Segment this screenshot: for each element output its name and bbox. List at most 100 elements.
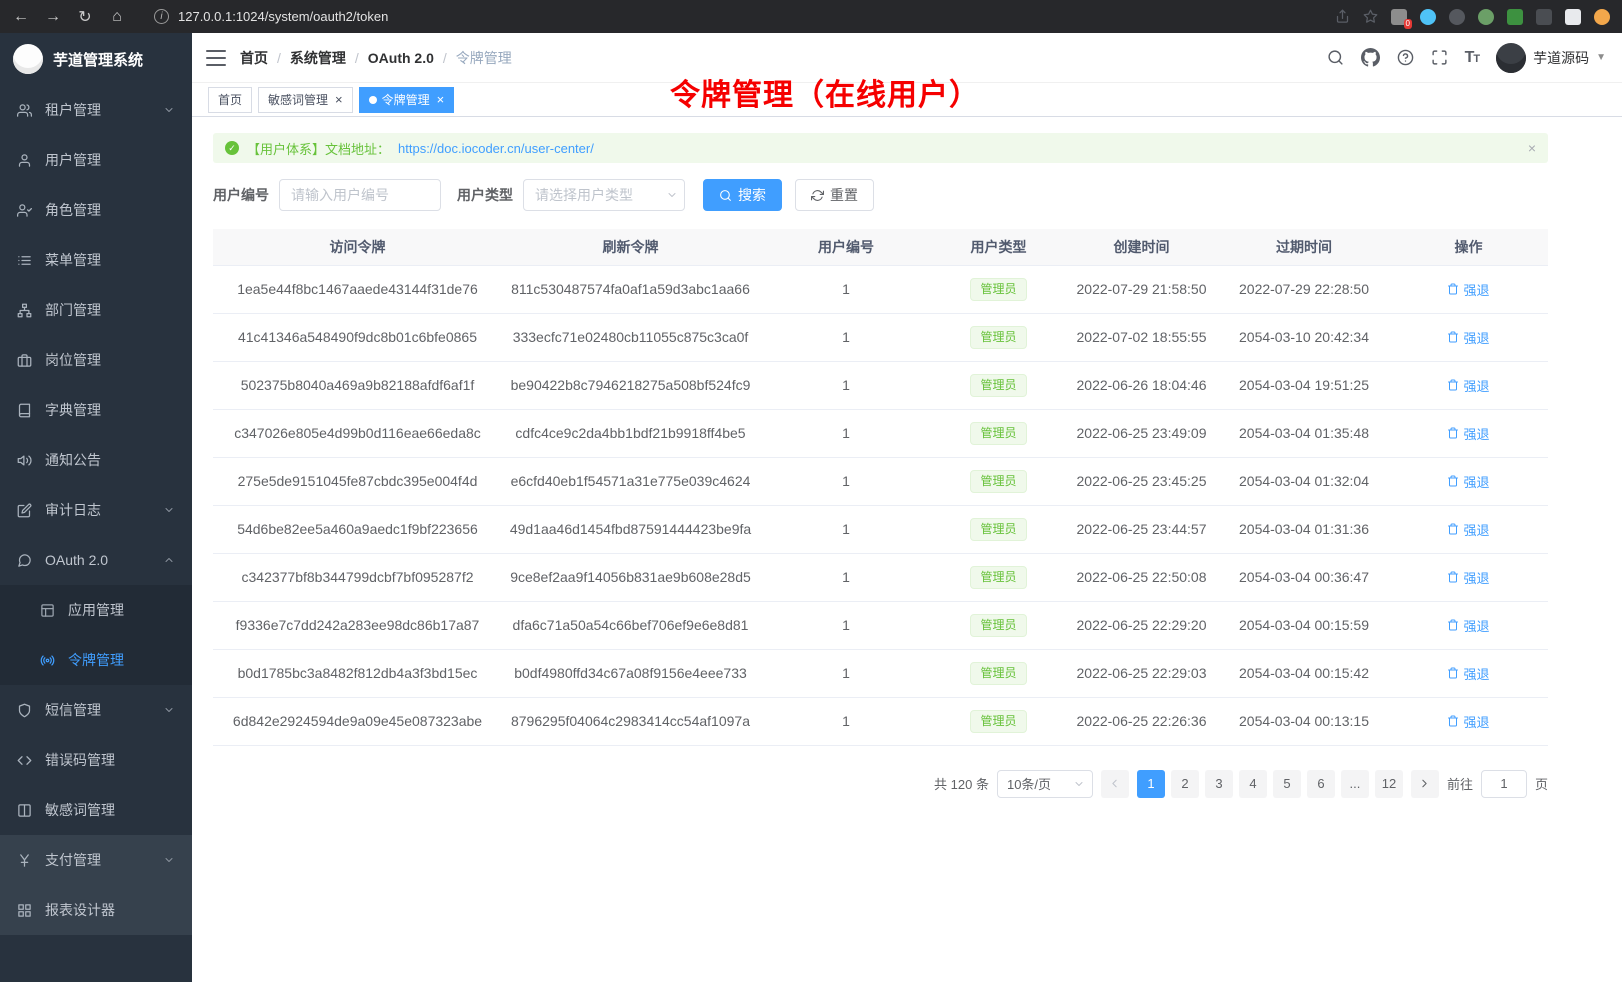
chevron-down-icon — [1073, 778, 1085, 790]
force-logout-label: 强退 — [1463, 376, 1489, 395]
chevron-down-icon — [163, 504, 175, 516]
app-logo[interactable]: 芋道管理系统 — [0, 33, 192, 85]
page-button-12[interactable]: 12 — [1375, 770, 1403, 798]
briefcase-icon — [17, 353, 32, 368]
prev-page-button[interactable] — [1101, 770, 1129, 798]
split-view-icon[interactable] — [1565, 9, 1581, 25]
page-button-2[interactable]: 2 — [1171, 770, 1199, 798]
address-bar[interactable]: i 127.0.0.1:1024/system/oauth2/token — [154, 9, 388, 24]
force-logout-button[interactable]: 强退 — [1447, 472, 1489, 491]
tab-sensitive-words[interactable]: 敏感词管理 × — [258, 87, 353, 113]
page-button-6[interactable]: 6 — [1307, 770, 1335, 798]
force-logout-button[interactable]: 强退 — [1447, 424, 1489, 443]
hamburger-icon[interactable] — [206, 50, 226, 66]
home-button[interactable]: ⌂ — [108, 8, 126, 26]
force-logout-button[interactable]: 强退 — [1447, 328, 1489, 347]
close-icon[interactable]: × — [437, 93, 445, 106]
browser-chrome: ← → ↻ ⌂ i 127.0.0.1:1024/system/oauth2/t… — [0, 0, 1622, 33]
extension-icon[interactable] — [1420, 9, 1436, 25]
user-id-cell: 1 — [759, 649, 933, 697]
column-header: 访问令牌 — [213, 229, 502, 265]
table-row: 1ea5e44f8bc1467aaede43144f31de76811c5304… — [213, 265, 1548, 313]
search-icon[interactable] — [1327, 49, 1344, 66]
force-logout-button[interactable]: 强退 — [1447, 280, 1489, 299]
page-button-1[interactable]: 1 — [1137, 770, 1165, 798]
force-logout-button[interactable]: 强退 — [1447, 376, 1489, 395]
bookmark-star-icon[interactable] — [1363, 9, 1378, 24]
page-button-3[interactable]: 3 — [1205, 770, 1233, 798]
sidebar-item[interactable]: 角色管理 — [0, 185, 192, 235]
extension-icon[interactable] — [1478, 9, 1494, 25]
profile-avatar-icon[interactable] — [1594, 9, 1610, 25]
window-icon — [40, 603, 55, 618]
close-icon[interactable]: × — [335, 93, 343, 106]
sidebar-item[interactable]: 字典管理 — [0, 385, 192, 435]
sidebar-item[interactable]: 通知公告 — [0, 435, 192, 485]
user-type-select[interactable] — [523, 179, 685, 211]
breadcrumb-item[interactable]: 系统管理 — [290, 48, 346, 68]
column-header: 操作 — [1389, 229, 1548, 265]
breadcrumb-item[interactable]: 首页 — [240, 48, 268, 68]
pager-more-button[interactable]: ... — [1341, 770, 1369, 798]
sidebar-item[interactable]: 短信管理 — [0, 685, 192, 735]
sidebar-item[interactable]: 岗位管理 — [0, 335, 192, 385]
user-type-select-input[interactable] — [523, 179, 685, 211]
extension-icon[interactable] — [1507, 9, 1523, 25]
page-button-5[interactable]: 5 — [1273, 770, 1301, 798]
site-info-icon[interactable]: i — [154, 9, 169, 24]
expire-time-cell: 2054-03-04 00:13:15 — [1219, 697, 1389, 745]
reset-button-label: 重置 — [830, 185, 858, 205]
help-icon[interactable] — [1397, 49, 1414, 66]
reload-button[interactable]: ↻ — [76, 7, 94, 27]
next-page-button[interactable] — [1411, 770, 1439, 798]
trash-icon — [1447, 523, 1459, 535]
sidebar-item[interactable]: 敏感词管理 — [0, 785, 192, 835]
search-button[interactable]: 搜索 — [703, 179, 782, 211]
github-icon[interactable] — [1361, 48, 1380, 67]
page-button-4[interactable]: 4 — [1239, 770, 1267, 798]
share-icon[interactable] — [1335, 9, 1350, 24]
fullscreen-icon[interactable] — [1431, 49, 1448, 66]
force-logout-button[interactable]: 强退 — [1447, 568, 1489, 587]
sidebar-item[interactable]: 报表设计器 — [0, 885, 192, 935]
org-icon — [17, 303, 32, 318]
extension-icon[interactable] — [1536, 9, 1552, 25]
extension-icon[interactable] — [1449, 9, 1465, 25]
force-logout-button[interactable]: 强退 — [1447, 520, 1489, 539]
extension-icon[interactable]: 0 — [1391, 9, 1407, 25]
sidebar-item[interactable]: 令牌管理 — [0, 635, 192, 685]
goto-page-input[interactable] — [1481, 770, 1527, 798]
force-logout-button[interactable]: 强退 — [1447, 616, 1489, 635]
sidebar-item[interactable]: 审计日志 — [0, 485, 192, 535]
back-button[interactable]: ← — [12, 8, 30, 26]
sidebar-item[interactable]: OAuth 2.0 — [0, 535, 192, 585]
sidebar-item[interactable]: 支付管理 — [0, 835, 192, 885]
alert-text: 【用户体系】文档地址： — [247, 139, 390, 158]
reset-button[interactable]: 重置 — [795, 179, 874, 211]
user-menu[interactable]: 芋道源码 ▼ — [1496, 43, 1606, 73]
force-logout-button[interactable]: 强退 — [1447, 712, 1489, 731]
close-icon[interactable]: × — [1528, 140, 1536, 156]
sidebar-item[interactable]: 菜单管理 — [0, 235, 192, 285]
sidebar-item[interactable]: 用户管理 — [0, 135, 192, 185]
tab-home[interactable]: 首页 — [208, 87, 252, 113]
user-id-input[interactable] — [279, 179, 441, 211]
menu-label: OAuth 2.0 — [45, 552, 108, 568]
breadcrumb-separator: / — [277, 50, 281, 66]
created-time-cell: 2022-06-25 23:45:25 — [1064, 457, 1219, 505]
forward-button[interactable]: → — [44, 8, 62, 26]
force-logout-label: 强退 — [1463, 616, 1489, 635]
page-size-select[interactable]: 10条/页 — [997, 770, 1093, 798]
tab-token-management[interactable]: 令牌管理 × — [359, 87, 455, 113]
font-size-icon[interactable]: TT — [1465, 49, 1480, 67]
logo-image — [13, 44, 43, 74]
force-logout-button[interactable]: 强退 — [1447, 664, 1489, 683]
doc-link[interactable]: https://doc.iocoder.cn/user-center/ — [398, 141, 594, 156]
created-time-cell: 2022-06-25 22:50:08 — [1064, 553, 1219, 601]
trash-icon — [1447, 331, 1459, 343]
breadcrumb-item[interactable]: OAuth 2.0 — [368, 50, 434, 66]
sidebar-item[interactable]: 部门管理 — [0, 285, 192, 335]
sidebar-item[interactable]: 错误码管理 — [0, 735, 192, 785]
sidebar-item[interactable]: 应用管理 — [0, 585, 192, 635]
sidebar-item[interactable]: 租户管理 — [0, 85, 192, 135]
